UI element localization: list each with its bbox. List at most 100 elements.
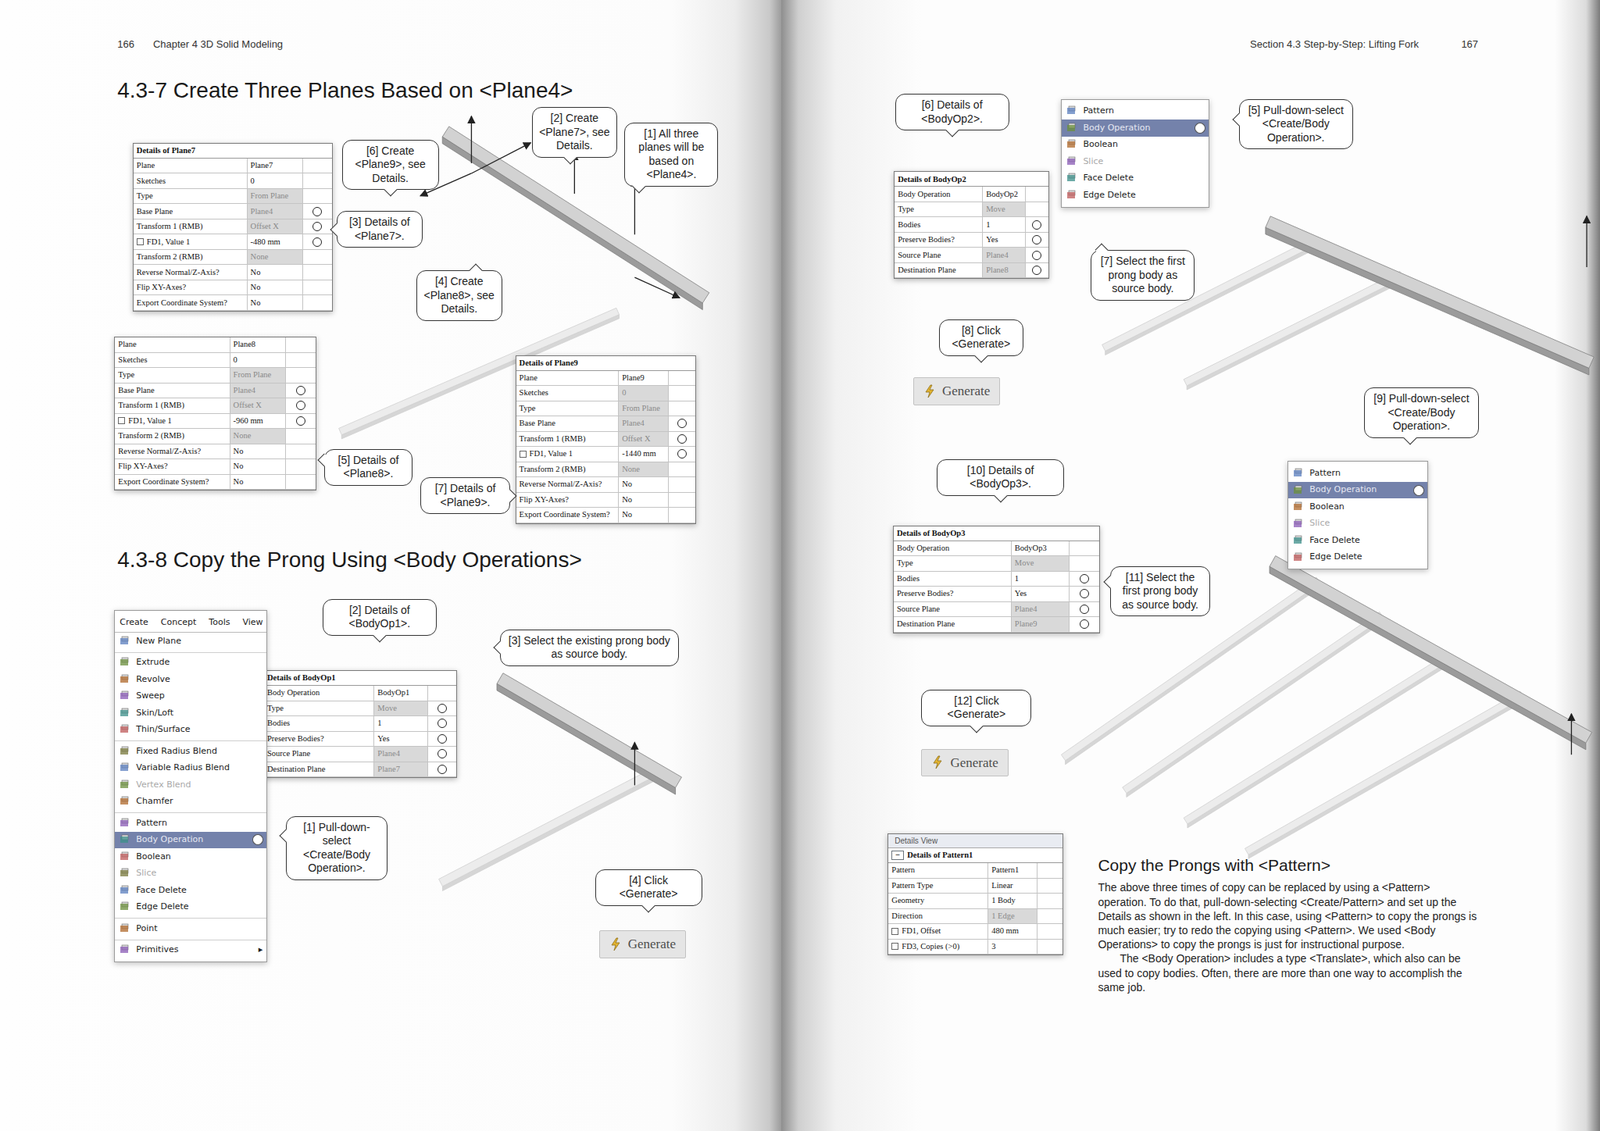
property-value[interactable]: Plane4 bbox=[621, 418, 645, 429]
menu-item[interactable]: Face Delete bbox=[1288, 532, 1428, 550]
property-row[interactable]: Preserve Bodies?Yes bbox=[893, 586, 1100, 603]
property-value-cell[interactable]: Yes bbox=[373, 732, 428, 747]
menu-item[interactable]: Boolean bbox=[1288, 498, 1428, 516]
menu-item-label[interactable]: Face Delete bbox=[135, 884, 187, 898]
property-value-cell[interactable]: Plane8 bbox=[229, 337, 286, 353]
generate-button[interactable]: Generate bbox=[599, 930, 686, 959]
property-value-cell[interactable]: Plane4 bbox=[617, 416, 668, 432]
menu-bar-item[interactable]: View bbox=[242, 616, 263, 630]
property-value[interactable]: BodyOp2 bbox=[985, 189, 1018, 200]
property-row[interactable]: Body OperationBodyOp3 bbox=[893, 541, 1100, 558]
property-value-cell[interactable]: 1 Body bbox=[987, 893, 1036, 909]
menu-item[interactable]: Edge Delete bbox=[1288, 549, 1428, 567]
menu-item-label[interactable]: Boolean bbox=[1082, 138, 1118, 152]
menu-item[interactable]: Revolve bbox=[114, 671, 267, 689]
menu-item-label[interactable]: Slice bbox=[1309, 517, 1330, 531]
property-value[interactable]: Move bbox=[985, 204, 1006, 215]
menu-item[interactable]: Variable Radius Blend bbox=[114, 760, 267, 778]
generate-button[interactable]: Generate bbox=[921, 749, 1008, 778]
property-value-cell[interactable]: BodyOp2 bbox=[982, 186, 1025, 202]
property-value-cell[interactable]: None bbox=[229, 428, 286, 444]
property-value[interactable]: Plane9 bbox=[1014, 619, 1038, 629]
property-value-cell[interactable]: BodyOp1 bbox=[373, 685, 428, 701]
property-value-cell[interactable]: Offset X bbox=[229, 398, 286, 414]
property-value-cell[interactable]: BodyOp3 bbox=[1010, 541, 1069, 557]
property-row[interactable]: Body OperationBodyOp1 bbox=[264, 685, 457, 702]
property-value-cell[interactable]: 0 bbox=[246, 173, 303, 189]
property-value-cell[interactable]: Offset X bbox=[246, 219, 303, 235]
property-row[interactable]: TypeFrom Plane bbox=[516, 401, 696, 418]
property-row[interactable]: Transform 2 (RMB)None bbox=[516, 462, 696, 479]
property-value-cell[interactable]: No bbox=[246, 264, 303, 280]
property-value[interactable]: Yes bbox=[985, 235, 998, 245]
property-row[interactable]: Geometry1 Body bbox=[888, 893, 1063, 910]
property-value-cell[interactable]: 3 bbox=[987, 939, 1036, 955]
menu-item-label[interactable]: Edge Delete bbox=[135, 900, 189, 915]
property-value-cell[interactable]: From Plane bbox=[229, 367, 286, 383]
property-row[interactable]: Flip XY-Axes?No bbox=[133, 280, 333, 297]
property-row[interactable]: Destination PlanePlane8 bbox=[894, 263, 1049, 279]
menu-item-label[interactable]: Slice bbox=[135, 867, 157, 881]
menu-item-label[interactable]: Edge Delete bbox=[1309, 550, 1362, 565]
property-row[interactable]: Export Coordinate System?No bbox=[133, 295, 333, 311]
property-row[interactable]: PatternPattern1 bbox=[888, 863, 1063, 879]
property-value[interactable]: 1 bbox=[377, 718, 382, 729]
property-value[interactable]: Pattern1 bbox=[991, 865, 1019, 875]
property-row[interactable]: FD1, Value 1-960 mm bbox=[114, 414, 316, 430]
property-value[interactable]: Yes bbox=[377, 734, 390, 744]
property-row[interactable]: Preserve Bodies?Yes bbox=[894, 232, 1049, 249]
menu-item[interactable]: Fixed Radius Blend bbox=[114, 742, 267, 761]
property-value[interactable]: BodyOp1 bbox=[377, 688, 410, 698]
menu-item-label[interactable]: Pattern bbox=[1309, 467, 1341, 481]
property-value-cell[interactable]: -480 mm bbox=[246, 234, 303, 250]
menu-item[interactable]: Extrude bbox=[114, 654, 267, 672]
parameter-box[interactable] bbox=[519, 450, 527, 458]
property-value[interactable]: 0 bbox=[233, 355, 238, 365]
property-row[interactable]: PlanePlane8 bbox=[114, 337, 316, 354]
property-row[interactable]: TypeFrom Plane bbox=[133, 189, 333, 205]
property-value[interactable]: No bbox=[621, 495, 633, 505]
property-row[interactable]: FD1, Offset480 mm bbox=[888, 924, 1063, 940]
menu-item[interactable]: Body Operation bbox=[1061, 119, 1208, 137]
property-value-cell[interactable]: No bbox=[229, 444, 286, 460]
property-row[interactable]: Reverse Normal/Z-Axis?No bbox=[516, 477, 696, 493]
menu-item[interactable]: Edge Delete bbox=[114, 899, 267, 917]
property-value-cell[interactable]: No bbox=[229, 475, 286, 490]
property-row[interactable]: Flip XY-Axes?No bbox=[114, 459, 316, 475]
property-value-cell[interactable]: From Plane bbox=[246, 189, 303, 204]
property-row[interactable]: Base PlanePlane4 bbox=[133, 203, 333, 220]
property-row[interactable]: TypeMove bbox=[893, 556, 1100, 572]
menu-item-label[interactable]: Pattern bbox=[135, 817, 168, 831]
property-value-cell[interactable]: 0 bbox=[229, 353, 286, 368]
property-value[interactable]: 1 bbox=[985, 220, 990, 230]
property-value-cell[interactable]: No bbox=[229, 459, 286, 475]
property-value-cell[interactable]: Yes bbox=[1010, 586, 1069, 602]
property-value[interactable]: From Plane bbox=[233, 370, 272, 380]
property-value[interactable]: Offset X bbox=[233, 400, 262, 411]
property-row[interactable]: Bodies1 bbox=[894, 217, 1049, 233]
menu-bar-item[interactable]: Concept bbox=[160, 616, 197, 630]
menu-item-label[interactable]: Chamfer bbox=[135, 795, 173, 809]
property-value-cell[interactable]: Plane7 bbox=[246, 158, 303, 174]
property-value[interactable]: No bbox=[250, 298, 261, 308]
property-value[interactable]: No bbox=[250, 282, 261, 293]
property-row[interactable]: TypeMove bbox=[264, 701, 457, 718]
property-row[interactable]: Transform 1 (RMB)Offset X bbox=[133, 219, 333, 236]
parameter-box[interactable] bbox=[136, 238, 144, 246]
property-value[interactable]: Plane4 bbox=[233, 385, 257, 396]
property-value-cell[interactable]: None bbox=[617, 462, 668, 478]
property-value-cell[interactable]: None bbox=[246, 250, 303, 265]
menu-item-label[interactable]: Body Operation bbox=[135, 833, 204, 847]
menu-item[interactable]: Pattern bbox=[114, 814, 267, 833]
menu-item-label[interactable]: Revolve bbox=[135, 673, 171, 687]
menu-item[interactable]: Point bbox=[114, 920, 267, 938]
property-value[interactable]: No bbox=[233, 446, 244, 457]
property-value-cell[interactable]: 1 bbox=[1010, 571, 1069, 587]
parameter-box[interactable] bbox=[891, 928, 899, 936]
property-value[interactable]: Offset X bbox=[621, 434, 650, 444]
property-value-cell[interactable]: Plane4 bbox=[373, 746, 428, 762]
property-value[interactable]: -480 mm bbox=[250, 237, 281, 247]
menu-item[interactable]: Slice bbox=[1288, 515, 1428, 533]
menu-item[interactable]: Pattern bbox=[1061, 103, 1208, 121]
property-value[interactable]: No bbox=[250, 267, 261, 278]
